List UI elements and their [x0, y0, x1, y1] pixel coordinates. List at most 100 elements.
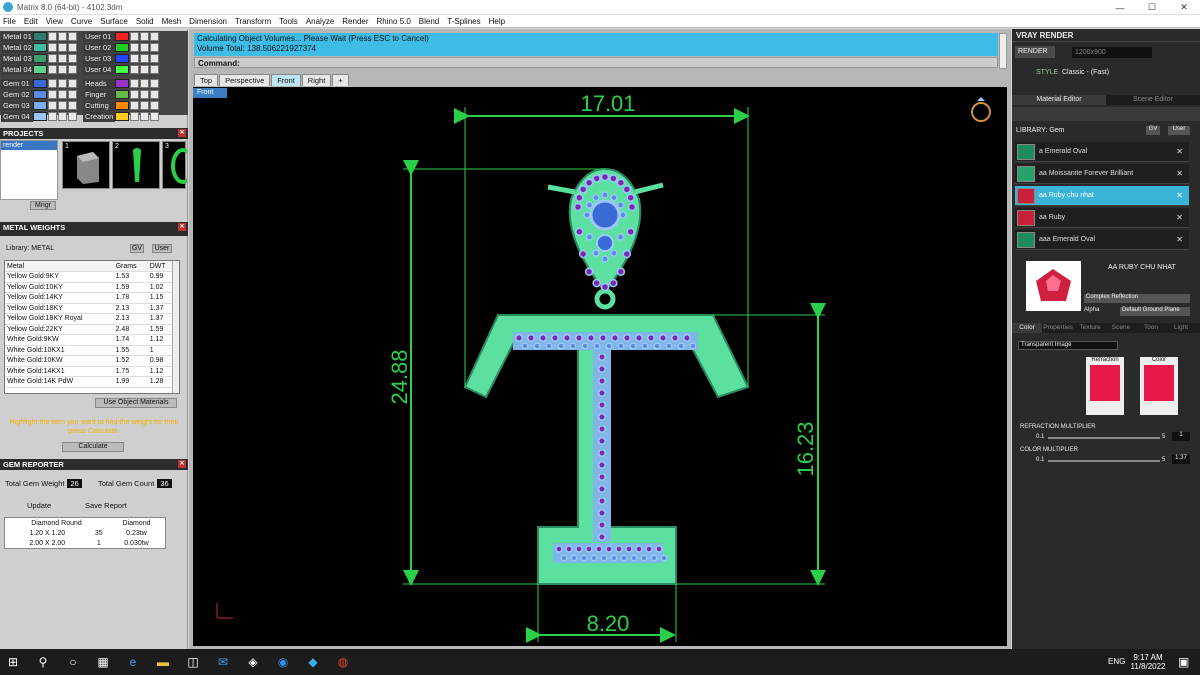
menu-blend[interactable]: Blend: [419, 17, 439, 26]
table-scrollbar[interactable]: [172, 261, 179, 393]
layer-color[interactable]: [33, 101, 47, 110]
layer-lock[interactable]: [58, 90, 67, 99]
layer-color[interactable]: [33, 112, 47, 121]
layer-color[interactable]: [33, 32, 47, 41]
layer-toggle[interactable]: [48, 65, 57, 74]
layer-visible[interactable]: [68, 65, 77, 74]
layer-color[interactable]: [33, 54, 47, 63]
close-icon[interactable]: ✕: [178, 129, 186, 137]
layer-visible[interactable]: [68, 112, 77, 121]
manager-button[interactable]: Mngr: [30, 201, 56, 210]
search-icon[interactable]: ⚲: [30, 649, 56, 675]
table-row[interactable]: White Gold:14KX1 1.75 1.12: [5, 366, 175, 377]
clock[interactable]: 9:17 AM 11/8/2022: [1130, 653, 1166, 671]
layer-lock[interactable]: [140, 112, 149, 121]
library-item[interactable]: aa Moissanite Forever Brilliant ✕: [1015, 164, 1189, 184]
add-tab-button[interactable]: +: [332, 74, 349, 86]
table-row[interactable]: 1.20 X 1.20 35 0.23tw: [5, 528, 165, 538]
layer-color[interactable]: [115, 101, 129, 110]
layer-lock[interactable]: [58, 112, 67, 121]
layer-visible[interactable]: [150, 79, 159, 88]
update-button[interactable]: Update: [27, 501, 51, 510]
table-row[interactable]: Yellow Gold:18KY Royal 2.13 1.37: [5, 313, 175, 325]
column-header[interactable]: Grams: [113, 261, 148, 272]
project-thumb-1[interactable]: 1: [62, 141, 110, 189]
rhino-app-icon[interactable]: ◈: [240, 649, 266, 675]
layer-color[interactable]: [33, 90, 47, 99]
project-thumb-3[interactable]: 3: [162, 141, 195, 189]
layer-toggle[interactable]: [130, 101, 139, 110]
layer-lock[interactable]: [58, 101, 67, 110]
file-explorer-icon[interactable]: ▬: [150, 649, 176, 675]
menu-view[interactable]: View: [46, 17, 63, 26]
layer-color[interactable]: [115, 112, 129, 121]
close-icon[interactable]: ✕: [1176, 191, 1183, 200]
projects-list[interactable]: render: [0, 140, 58, 200]
store-icon[interactable]: ◫: [180, 649, 206, 675]
chrome-icon[interactable]: ◍: [330, 649, 356, 675]
layer-visible[interactable]: [68, 32, 77, 41]
layer-color[interactable]: [115, 90, 129, 99]
menu-dimension[interactable]: Dimension: [189, 17, 227, 26]
layer-visible[interactable]: [150, 101, 159, 110]
complex-reflection-dropdown[interactable]: Complex Reflection: [1084, 294, 1190, 303]
project-thumb-2[interactable]: 2: [112, 141, 160, 189]
close-icon[interactable]: ✕: [1176, 235, 1183, 244]
layer-color[interactable]: [33, 79, 47, 88]
layer-color[interactable]: [115, 43, 129, 52]
menu-edit[interactable]: Edit: [24, 17, 38, 26]
layer-visible[interactable]: [68, 90, 77, 99]
layer-toggle[interactable]: [130, 43, 139, 52]
layer-toggle[interactable]: [130, 54, 139, 63]
library-item[interactable]: aa Ruby chu nhat ✕: [1015, 186, 1189, 206]
tab-scene-editor[interactable]: Scene Editor: [1106, 95, 1200, 105]
user-button[interactable]: User: [1168, 126, 1190, 135]
gv-button[interactable]: GV: [130, 244, 144, 253]
layer-visible[interactable]: [68, 54, 77, 63]
language-indicator[interactable]: ENG: [1108, 657, 1125, 666]
cortana-icon[interactable]: ○: [60, 649, 86, 675]
layer-lock[interactable]: [58, 32, 67, 41]
layer-color[interactable]: [115, 32, 129, 41]
subtab-scene[interactable]: Scene: [1106, 323, 1136, 333]
layer-color[interactable]: [115, 79, 129, 88]
menu-tools[interactable]: Tools: [279, 17, 298, 26]
layer-color[interactable]: [115, 65, 129, 74]
tab-top[interactable]: Top: [194, 74, 219, 86]
table-row[interactable]: Yellow Gold:10KY 1.59 1.02: [5, 282, 175, 293]
close-icon[interactable]: ✕: [178, 223, 186, 231]
calculate-button[interactable]: Calculate: [62, 442, 124, 452]
layer-color[interactable]: [33, 43, 47, 52]
table-row[interactable]: Yellow Gold:14KY 1.78 1.15: [5, 292, 175, 304]
layer-color[interactable]: [33, 65, 47, 74]
gv-button[interactable]: GV: [1146, 126, 1160, 135]
table-row[interactable]: Yellow Gold:18KY 2.13 1.37: [5, 303, 175, 314]
layer-toggle[interactable]: [130, 90, 139, 99]
layer-toggle[interactable]: [130, 112, 139, 121]
menu-transform[interactable]: Transform: [235, 17, 271, 26]
layer-lock[interactable]: [58, 79, 67, 88]
layer-lock[interactable]: [140, 32, 149, 41]
library-item[interactable]: a Emerald Oval ✕: [1015, 142, 1189, 162]
viewport-label[interactable]: Front: [193, 88, 227, 98]
layer-visible[interactable]: [150, 32, 159, 41]
layer-toggle[interactable]: [130, 32, 139, 41]
close-icon[interactable]: ✕: [1176, 169, 1183, 178]
color-slider[interactable]: [1048, 460, 1160, 462]
menu-surface[interactable]: Surface: [100, 17, 128, 26]
zalo-icon[interactable]: ◉: [270, 649, 296, 675]
library-item[interactable]: aaa Emerald Oval ✕: [1015, 230, 1189, 250]
refraction-slider[interactable]: [1048, 437, 1160, 439]
maximize-button[interactable]: ☐: [1136, 0, 1168, 15]
menu-solid[interactable]: Solid: [136, 17, 154, 26]
layer-visible[interactable]: [68, 79, 77, 88]
close-icon[interactable]: ✕: [178, 460, 186, 468]
layer-lock[interactable]: [140, 54, 149, 63]
layer-toggle[interactable]: [48, 112, 57, 121]
layer-visible[interactable]: [150, 43, 159, 52]
close-icon[interactable]: ✕: [1176, 147, 1183, 156]
col-value[interactable]: 1.37: [1172, 455, 1190, 464]
edge-icon[interactable]: e: [120, 649, 146, 675]
tab-front[interactable]: Front: [271, 74, 301, 86]
save-report-button[interactable]: Save Report: [85, 501, 127, 510]
